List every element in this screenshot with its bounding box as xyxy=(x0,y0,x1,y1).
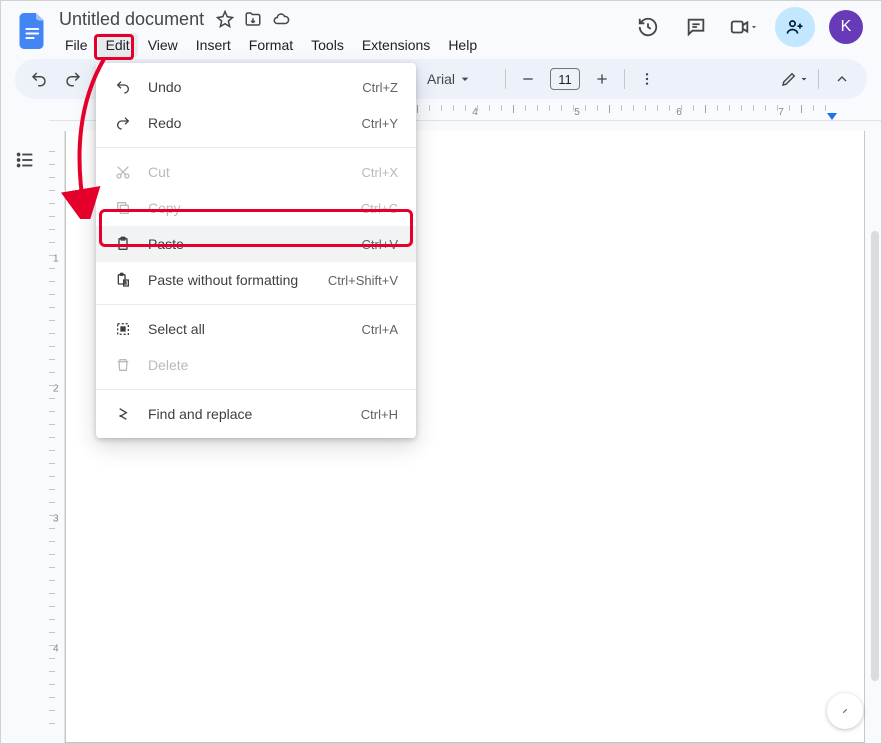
menu-item-shortcut: Ctrl+C xyxy=(361,201,398,216)
menu-item-shortcut: Ctrl+A xyxy=(362,322,398,337)
menu-item-label: Cut xyxy=(148,164,346,180)
docs-logo[interactable] xyxy=(13,7,53,55)
menu-item-shortcut: Ctrl+V xyxy=(362,237,398,252)
menubar-item-extensions[interactable]: Extensions xyxy=(354,33,438,57)
menu-item-shortcut: Ctrl+Y xyxy=(362,116,398,131)
menu-item-delete: Delete xyxy=(96,347,416,383)
menubar-item-tools[interactable]: Tools xyxy=(303,33,352,57)
header: Untitled document FileEditViewInsertForm… xyxy=(1,1,881,59)
redo-button[interactable] xyxy=(59,65,87,93)
document-title[interactable]: Untitled document xyxy=(57,8,206,31)
paste-plain-icon xyxy=(114,271,132,289)
edit-menu-dropdown: Undo Ctrl+Z Redo Ctrl+Y Cut Ctrl+X Copy Ctrl+C P… xyxy=(96,63,416,438)
menubar-item-edit[interactable]: Edit xyxy=(98,33,138,57)
menu-item-undo[interactable]: Undo Ctrl+Z xyxy=(96,69,416,105)
collapse-toolbar-icon[interactable] xyxy=(827,64,857,94)
history-icon[interactable] xyxy=(631,10,665,44)
undo-icon xyxy=(114,78,132,96)
menu-item-shortcut: Ctrl+Z xyxy=(362,80,398,95)
menu-item-shortcut: Ctrl+Shift+V xyxy=(328,273,398,288)
move-icon[interactable] xyxy=(244,10,262,28)
menubar-item-insert[interactable]: Insert xyxy=(188,33,239,57)
menu-item-redo[interactable]: Redo Ctrl+Y xyxy=(96,105,416,141)
menu-item-label: Undo xyxy=(148,79,346,95)
outline-toggle[interactable] xyxy=(1,131,49,743)
scrollbar[interactable] xyxy=(871,231,879,681)
menu-item-label: Copy xyxy=(148,200,345,216)
menubar-item-format[interactable]: Format xyxy=(241,33,301,57)
app-frame: Untitled document FileEditViewInsertForm… xyxy=(0,0,882,744)
font-family-label: Arial xyxy=(427,71,455,87)
menu-item-select-all[interactable]: Select all Ctrl+A xyxy=(96,311,416,347)
menu-item-label: Find and replace xyxy=(148,406,345,422)
share-button[interactable] xyxy=(775,7,815,47)
menubar: FileEditViewInsertFormatToolsExtensionsH… xyxy=(57,33,485,57)
font-size-input[interactable]: 11 xyxy=(550,68,580,90)
select-all-icon xyxy=(114,320,132,338)
redo-icon xyxy=(114,114,132,132)
meet-icon[interactable] xyxy=(727,10,761,44)
menu-item-paste[interactable]: Paste Ctrl+V xyxy=(96,226,416,262)
menubar-item-file[interactable]: File xyxy=(57,33,96,57)
font-size-control: 11 xyxy=(514,65,616,93)
menu-item-shortcut: Ctrl+H xyxy=(361,407,398,422)
menu-item-find-and-replace[interactable]: Find and replace Ctrl+H xyxy=(96,396,416,432)
explore-button[interactable] xyxy=(827,693,863,729)
font-size-decrease[interactable] xyxy=(514,65,542,93)
vertical-ruler: 1234 xyxy=(49,131,65,743)
editing-mode-dropdown[interactable] xyxy=(780,65,810,93)
menu-item-label: Select all xyxy=(148,321,346,337)
account-avatar[interactable]: K xyxy=(829,10,863,44)
copy-icon xyxy=(114,199,132,217)
menu-item-label: Paste without formatting xyxy=(148,272,312,288)
menu-item-copy: Copy Ctrl+C xyxy=(96,190,416,226)
menu-item-shortcut: Ctrl+X xyxy=(362,165,398,180)
paste-icon xyxy=(114,235,132,253)
undo-button[interactable] xyxy=(25,65,53,93)
star-icon[interactable] xyxy=(216,10,234,28)
delete-icon xyxy=(114,356,132,374)
menubar-item-help[interactable]: Help xyxy=(440,33,485,57)
cloud-status-icon[interactable] xyxy=(272,10,290,28)
menu-item-label: Redo xyxy=(148,115,346,131)
find-icon xyxy=(114,405,132,423)
comments-icon[interactable] xyxy=(679,10,713,44)
font-size-increase[interactable] xyxy=(588,65,616,93)
cut-icon xyxy=(114,163,132,181)
menu-item-label: Delete xyxy=(148,357,382,373)
more-toolbar-icon[interactable] xyxy=(633,65,661,93)
font-family-dropdown[interactable]: Arial xyxy=(419,71,497,87)
menubar-item-view[interactable]: View xyxy=(140,33,186,57)
menu-item-label: Paste xyxy=(148,236,346,252)
menu-item-cut: Cut Ctrl+X xyxy=(96,154,416,190)
menu-item-paste-without-formatting[interactable]: Paste without formatting Ctrl+Shift+V xyxy=(96,262,416,298)
